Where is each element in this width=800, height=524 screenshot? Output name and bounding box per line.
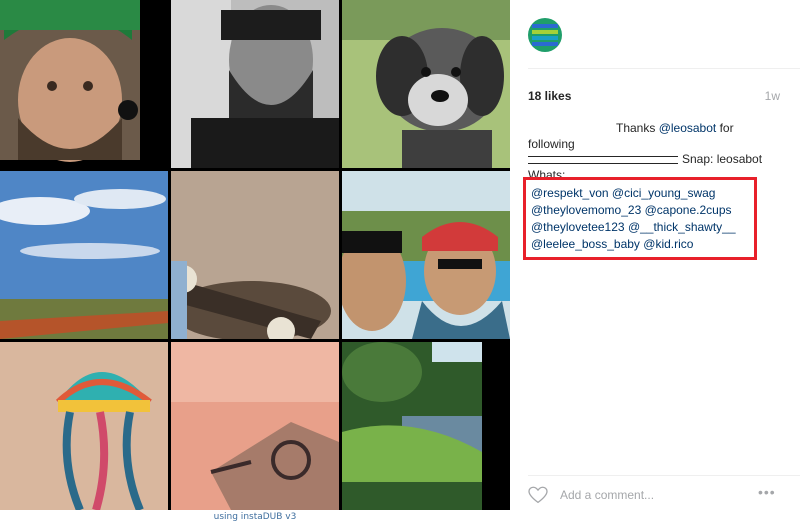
collage-tile-sky-road bbox=[0, 171, 168, 339]
collage-tile-skateboard bbox=[171, 171, 339, 339]
header-divider bbox=[528, 68, 800, 69]
mention-link[interactable]: @leelee_boss_baby bbox=[531, 237, 640, 251]
comment-input[interactable] bbox=[560, 486, 740, 504]
collage-tile-river bbox=[342, 342, 510, 510]
caption-divider-lines bbox=[528, 155, 678, 164]
caption-for: for bbox=[716, 121, 734, 135]
more-options-icon[interactable]: ••• bbox=[758, 484, 782, 504]
mention-link[interactable]: @cici_young_swag bbox=[612, 186, 716, 200]
likes-count[interactable]: 18 likes bbox=[528, 89, 571, 103]
mention-link[interactable]: @theylovemomo_23 bbox=[531, 203, 641, 217]
collage-watermark: using instaDUB v3 bbox=[213, 512, 297, 522]
post-caption: Thanks @leosabot for following Snap: leo… bbox=[528, 121, 790, 179]
mention-link[interactable]: @kid.rico bbox=[643, 237, 693, 251]
collage-tile-group-selfie bbox=[342, 171, 510, 339]
footer-divider bbox=[528, 475, 800, 476]
highlighted-mentions-box: @respekt_von @cici_young_swag @theylovem… bbox=[523, 177, 757, 260]
mention-link[interactable]: @theylovetee123 bbox=[531, 220, 625, 234]
mention-link[interactable]: @respekt_von bbox=[531, 186, 609, 200]
mention-link[interactable]: @__thick_shawty__ bbox=[628, 220, 736, 234]
collage-tile-dog bbox=[342, 0, 510, 168]
post-age[interactable]: 1w bbox=[765, 89, 780, 103]
mention-link[interactable]: @capone.2cups bbox=[645, 203, 732, 217]
avatar[interactable] bbox=[528, 18, 562, 52]
caption-following: following bbox=[528, 136, 575, 151]
collage-tile-selfie-cap bbox=[0, 0, 168, 168]
caption-thanks: Thanks bbox=[616, 121, 659, 135]
caption-snap: Snap: leosabot bbox=[682, 152, 763, 166]
caption-mention-leosabot[interactable]: @leosabot bbox=[659, 121, 717, 135]
photo-collage[interactable]: using instaDUB v3 bbox=[0, 0, 510, 522]
mentions-list: @respekt_von @cici_young_swag @theylovem… bbox=[531, 185, 736, 253]
collage-tile-car-selfie bbox=[171, 0, 339, 168]
post-panel: 18 likes 1w Thanks @leosabot for followi… bbox=[510, 0, 800, 524]
collage-tile-jellyfish-tattoo bbox=[0, 342, 168, 510]
collage-tile-gun-tattoo bbox=[171, 342, 339, 510]
heart-icon[interactable] bbox=[528, 486, 548, 504]
